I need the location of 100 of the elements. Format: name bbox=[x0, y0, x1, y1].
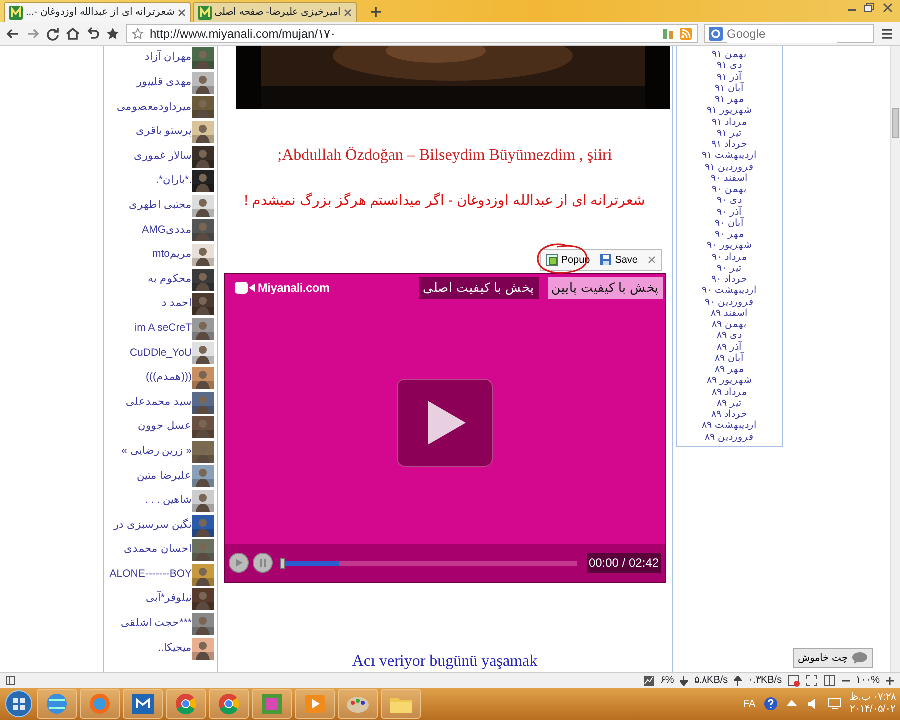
archive-link[interactable]: شهریور ۸۹ bbox=[707, 375, 752, 386]
user-name[interactable]: عسل جوون bbox=[138, 419, 192, 436]
close-icon[interactable] bbox=[178, 8, 186, 16]
archive-link[interactable]: تیر ۸۹ bbox=[717, 398, 742, 409]
archive-link[interactable]: دی ۸۹ bbox=[717, 330, 742, 342]
undo-icon[interactable] bbox=[86, 26, 100, 40]
archive-link[interactable]: مهر ۹۰ bbox=[715, 229, 744, 240]
close-icon[interactable] bbox=[882, 3, 894, 13]
archive-link[interactable]: مرداد ۹۱ bbox=[712, 116, 747, 128]
new-tab-icon[interactable] bbox=[371, 7, 382, 17]
user-name[interactable]: « زرین رضایی » bbox=[122, 444, 192, 460]
user-name[interactable]: مهران آزاد bbox=[145, 50, 192, 66]
archive-link[interactable]: آبان ۸۹ bbox=[715, 352, 744, 364]
archive-link[interactable]: بهمن ۸۹ bbox=[712, 319, 747, 330]
zoom-in-icon[interactable] bbox=[886, 676, 894, 684]
start-button[interactable] bbox=[4, 689, 34, 719]
user-name[interactable]: مددیAMG bbox=[142, 222, 192, 238]
network-icon[interactable] bbox=[828, 697, 842, 711]
user-name[interactable]: میجیکا.. bbox=[158, 640, 192, 656]
user-name[interactable]: مریمmto bbox=[152, 247, 192, 263]
archive-link[interactable]: اردیبهشت ۹۱ bbox=[702, 150, 757, 162]
archive-link[interactable]: اسفند ۹۰ bbox=[711, 172, 748, 184]
archive-link[interactable]: بهمن ۹۱ bbox=[712, 49, 747, 60]
play-button[interactable] bbox=[229, 553, 249, 573]
help-icon[interactable] bbox=[764, 697, 778, 711]
search-field[interactable]: Google bbox=[704, 24, 874, 43]
fullscreen-icon[interactable] bbox=[806, 674, 818, 686]
user-name[interactable]: CuDDle_YoU bbox=[130, 346, 192, 362]
scrollbar[interactable] bbox=[890, 46, 900, 672]
bookmark-icon[interactable] bbox=[132, 28, 144, 40]
menu-icon[interactable] bbox=[880, 26, 894, 40]
browser-tab[interactable]: شعرترانه ای از عبدالله اوزدوغان -... bbox=[4, 2, 191, 22]
user-name[interactable]: ALONE-------BOY bbox=[110, 566, 192, 583]
archive-link[interactable]: اردیبهشت ۸۹ bbox=[702, 420, 757, 432]
forward-icon[interactable] bbox=[26, 26, 40, 40]
archive-link[interactable]: تیر ۹۰ bbox=[717, 262, 742, 274]
archive-link[interactable]: خرداد ۸۹ bbox=[712, 409, 748, 420]
search-engine-icon[interactable] bbox=[709, 26, 723, 40]
archive-link[interactable]: مهر ۹۱ bbox=[715, 94, 744, 106]
progress-handle[interactable] bbox=[280, 558, 285, 568]
home-icon[interactable] bbox=[66, 26, 80, 40]
quality-button[interactable]: پخش با کیفیت پایین bbox=[548, 277, 663, 299]
user-name[interactable]: سالار غموری bbox=[134, 148, 192, 165]
archive-link[interactable]: دی ۹۰ bbox=[717, 195, 742, 206]
archive-link[interactable]: مهر ۸۹ bbox=[715, 364, 744, 376]
user-name[interactable]: سید محمدعلی bbox=[126, 394, 192, 410]
archive-link[interactable]: آبان ۹۰ bbox=[715, 218, 744, 229]
archive-link[interactable]: آذر ۹۰ bbox=[717, 206, 742, 218]
user-name[interactable]: احمد د bbox=[162, 296, 192, 312]
archive-link[interactable]: فروردین ۸۹ bbox=[705, 432, 754, 443]
quality-button[interactable]: پخش با کیفیت اصلی bbox=[419, 277, 539, 299]
archive-link[interactable]: خرداد ۹۰ bbox=[712, 274, 748, 286]
user-name[interactable]: نیلوفر*آبی bbox=[146, 591, 192, 608]
user-name[interactable]: ***حجت اشلقی bbox=[120, 616, 192, 632]
chat-button[interactable]: چت خاموش bbox=[793, 648, 873, 668]
sidebar-toggle-icon[interactable] bbox=[6, 676, 16, 686]
archive-link[interactable]: مرداد ۸۹ bbox=[712, 386, 747, 398]
archive-link[interactable]: دی ۹۱ bbox=[717, 60, 742, 72]
play-button[interactable] bbox=[397, 379, 493, 467]
archive-link[interactable]: آذر ۹۱ bbox=[717, 72, 742, 83]
bars-icon[interactable] bbox=[662, 28, 674, 40]
pause-button[interactable] bbox=[253, 553, 273, 573]
camera-icon bbox=[235, 282, 255, 294]
archive-link[interactable]: شهریور ۹۱ bbox=[707, 105, 752, 116]
star-icon[interactable] bbox=[106, 26, 120, 40]
archive-link[interactable]: مرداد ۹۰ bbox=[712, 252, 747, 263]
window-icon[interactable] bbox=[129, 692, 157, 716]
zoom-level: ۱۰۰% bbox=[856, 674, 880, 688]
user-name[interactable]: im A seCreT bbox=[134, 320, 192, 337]
browser-tab[interactable]: امیرخیزی علیرضا- صفحه اصلی bbox=[192, 2, 358, 22]
archive-link[interactable]: آذر ۸۹ bbox=[717, 342, 742, 353]
archive-link[interactable]: فروردین ۹۰ bbox=[705, 296, 754, 308]
archive-link[interactable]: اسفند ۸۹ bbox=[711, 308, 748, 319]
user-name[interactable]: (((همدم))) bbox=[146, 370, 192, 386]
split-view-icon[interactable] bbox=[824, 674, 836, 686]
reload-icon[interactable] bbox=[46, 26, 60, 40]
close-icon[interactable] bbox=[344, 8, 352, 16]
back-icon[interactable] bbox=[6, 26, 20, 40]
user-name[interactable]: .*باران*. bbox=[156, 173, 192, 190]
user-name[interactable]: میرداودمعصومی bbox=[117, 100, 192, 116]
archive-link[interactable]: شهریور ۹۰ bbox=[707, 240, 752, 252]
user-name[interactable]: نگین سرسبزی در bbox=[114, 518, 192, 534]
user-name[interactable]: علیرضا متین bbox=[137, 468, 192, 484]
archive-link[interactable]: بهمن ۹۰ bbox=[712, 184, 747, 196]
archive-link[interactable]: فروردین ۹۱ bbox=[705, 162, 754, 173]
archive-link[interactable]: آبان ۹۱ bbox=[715, 82, 744, 94]
user-name[interactable]: احسان محمدی bbox=[124, 542, 192, 558]
user-name[interactable]: مجتبی اطهری bbox=[129, 198, 192, 214]
user-name[interactable]: شاهین . . . bbox=[145, 493, 192, 509]
archive-link[interactable]: تیر ۹۱ bbox=[717, 128, 742, 139]
address-field[interactable]: http://www.miyanali.com/mujan/۱۷۰ bbox=[126, 24, 698, 43]
user-name[interactable]: پرستو باقری bbox=[136, 124, 192, 140]
user-name[interactable]: مهدی قلیپور bbox=[137, 75, 192, 91]
archive-link[interactable]: اردیبهشت ۹۰ bbox=[702, 285, 757, 296]
pause-icon bbox=[259, 559, 267, 567]
save-button[interactable]: Save bbox=[595, 250, 643, 270]
user-name[interactable]: محکوم به bbox=[148, 272, 192, 288]
record-icon[interactable] bbox=[788, 674, 800, 686]
restore-icon[interactable] bbox=[864, 3, 876, 13]
archive-link[interactable]: خرداد ۹۱ bbox=[712, 139, 748, 150]
